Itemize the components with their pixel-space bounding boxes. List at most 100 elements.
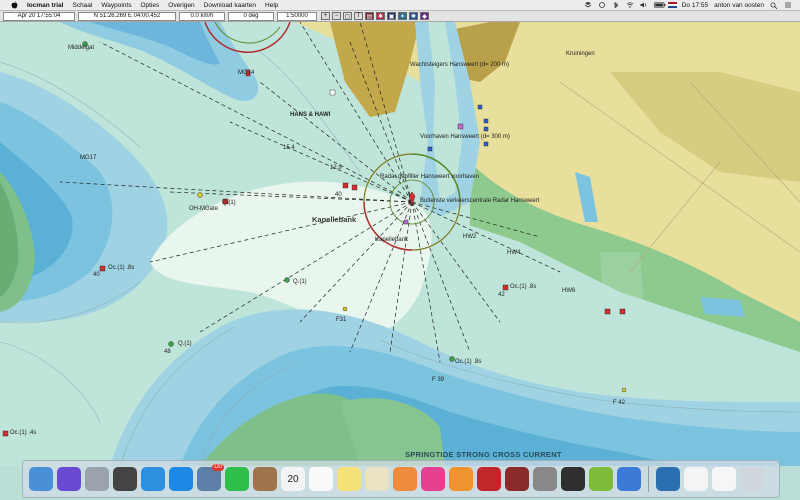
trash-icon[interactable] xyxy=(740,467,764,491)
launchpad-icon[interactable] xyxy=(85,467,109,491)
label-mg14: MG14 xyxy=(238,70,255,76)
label-f31: F31 xyxy=(336,317,347,323)
text-icon[interactable]: T xyxy=(354,12,363,20)
globe-icon[interactable]: ✺ xyxy=(409,12,418,20)
app-store-icon[interactable] xyxy=(169,467,193,491)
menubar-clock[interactable]: Do 17:55 xyxy=(682,2,708,9)
dropbox-icon[interactable] xyxy=(584,2,592,8)
label-kapellebank: Kapellebank xyxy=(312,215,357,224)
heading-field: 0 deg xyxy=(228,11,274,21)
label-hans-hawi: HANS & HAWI xyxy=(290,112,331,118)
photo-icon[interactable]: ▣ xyxy=(387,12,396,20)
menu-help[interactable]: Help xyxy=(265,2,278,9)
speed-field: 0.0 km/h xyxy=(179,11,225,21)
calculator-icon[interactable] xyxy=(561,467,585,491)
flag-nl-icon[interactable] xyxy=(667,2,677,8)
preview-icon[interactable]: 120 xyxy=(197,464,224,491)
label-q1-b: Q.(1) xyxy=(293,279,307,285)
zoom-out-icon[interactable]: − xyxy=(332,12,341,20)
siri-icon[interactable] xyxy=(57,467,81,491)
label-hw2: HW2 xyxy=(463,234,477,240)
position-field: N 51:26.269 E 04:00.452 xyxy=(78,11,176,21)
label-12-9: 12.9 xyxy=(330,165,342,171)
system-preferences-icon[interactable] xyxy=(533,467,557,491)
itunes-icon[interactable] xyxy=(421,467,445,491)
zoom-in-icon[interactable]: + xyxy=(321,12,330,20)
label-kapellebank-small: Kapellebank xyxy=(375,237,409,243)
spotlight-icon[interactable] xyxy=(770,2,778,10)
label-15-4: 15.4 xyxy=(283,145,295,151)
hotel-app-icon[interactable] xyxy=(505,467,529,491)
label-f42: F 42 xyxy=(613,400,626,406)
dock-badge: 120 xyxy=(211,464,224,471)
label-oc1-8s-right: Oc.(1) .8s xyxy=(510,284,537,290)
label-40-a: 40 xyxy=(335,192,342,198)
android-studio-icon[interactable] xyxy=(589,467,613,491)
apple-icon[interactable] xyxy=(10,1,19,9)
label-oh-mgate: OH-MGate xyxy=(189,206,219,212)
photos-icon[interactable] xyxy=(393,467,417,491)
finder-icon[interactable] xyxy=(29,467,53,491)
menu-opties[interactable]: Opties xyxy=(140,2,159,9)
label-middelgat: Middelgat xyxy=(68,45,95,51)
label-hw6: HW6 xyxy=(562,288,576,294)
volume-icon[interactable] xyxy=(640,2,648,8)
chart-layer-icon[interactable]: ▤ xyxy=(365,12,374,20)
nautical-chart[interactable]: Middelgat MG14 HANS & HAWI Wachtsteigers… xyxy=(0,22,800,466)
menubar-user[interactable]: anton van oosten xyxy=(714,2,764,9)
label-oc1-8s-left: Oc.(1) .8s xyxy=(108,265,135,271)
label-mg17: MG17 xyxy=(80,155,97,161)
label-verkeerscentrale: Buitenste verkeerscentrale Radar Hanswee… xyxy=(420,198,540,204)
zoom-fit-icon[interactable]: ◻ xyxy=(343,12,352,20)
filter-icon[interactable]: ◆ xyxy=(420,12,429,20)
calendar-icon[interactable]: 20 xyxy=(281,467,305,491)
label-kruiningen: Kruiningen xyxy=(566,51,595,57)
calendar-date: 20 xyxy=(287,473,299,485)
label-40-b: 40 xyxy=(93,272,100,278)
textedit-icon[interactable] xyxy=(712,467,736,491)
label-radar-gapfiller: Radar gapfiller Hansweert voorhaven xyxy=(380,174,480,180)
label-q1-a: Q.(1) xyxy=(222,200,236,206)
reminders-icon[interactable] xyxy=(309,467,333,491)
datetime-field: Apr 20 17:55:04 xyxy=(3,11,75,21)
dock-separator xyxy=(648,466,649,492)
mission-control-icon[interactable] xyxy=(113,467,137,491)
stickies-icon[interactable] xyxy=(365,467,389,491)
safari-icon[interactable] xyxy=(141,467,165,491)
label-48: 48 xyxy=(164,349,171,355)
settings-icon[interactable]: ✱ xyxy=(376,12,385,20)
notes-icon[interactable] xyxy=(337,467,361,491)
star-icon[interactable]: ✶ xyxy=(398,12,407,20)
label-42: 42 xyxy=(498,292,505,298)
menu-bar: locman trial Schaal Waypoints Opties Ove… xyxy=(0,0,800,11)
label-springtide: SPRINGTIDE STRONG CROSS CURRENT xyxy=(405,450,562,459)
label-oc1-8s-mid: Oc.(1) .8s xyxy=(455,359,482,365)
time-machine-icon[interactable] xyxy=(598,2,606,8)
label-hw4: HW4 xyxy=(507,250,521,256)
world-globe-icon[interactable] xyxy=(656,467,680,491)
scale-field[interactable]: 1:50000 xyxy=(277,11,317,21)
label-oc1-4s: Oc.(1) .4s xyxy=(10,430,37,436)
notification-center-icon[interactable] xyxy=(784,2,792,8)
contacts-icon[interactable] xyxy=(253,467,277,491)
dock: 120 20 xyxy=(22,460,780,498)
menu-overigen[interactable]: Overigen xyxy=(168,2,194,9)
menu-waypoints[interactable]: Waypoints xyxy=(101,2,131,9)
photo-booth-icon[interactable] xyxy=(477,467,501,491)
label-voorhaven: Voorhaven Hansweert (d= 300 m) xyxy=(420,134,510,140)
label-wachtsteiger: Wachtsteigers Hansweert (d= 200 m) xyxy=(410,62,509,68)
wifi-icon[interactable] xyxy=(626,2,634,8)
xcode-icon[interactable] xyxy=(617,467,641,491)
battery-icon[interactable] xyxy=(653,2,666,8)
menu-download-kaarten[interactable]: Download kaarten xyxy=(204,2,256,9)
menu-app-name[interactable]: locman trial xyxy=(27,2,63,9)
menu-schaal[interactable]: Schaal xyxy=(72,2,92,9)
ibooks-icon[interactable] xyxy=(449,467,473,491)
document-icon[interactable] xyxy=(684,467,708,491)
bluetooth-icon[interactable] xyxy=(612,2,620,9)
chart-canvas xyxy=(0,22,800,466)
label-f39: F 39 xyxy=(432,377,445,383)
label-q1-c: Q.(1) xyxy=(178,341,192,347)
facetime-icon[interactable] xyxy=(225,467,249,491)
toolbar: Apr 20 17:55:04 N 51:26.269 E 04:00.452 … xyxy=(0,11,800,22)
